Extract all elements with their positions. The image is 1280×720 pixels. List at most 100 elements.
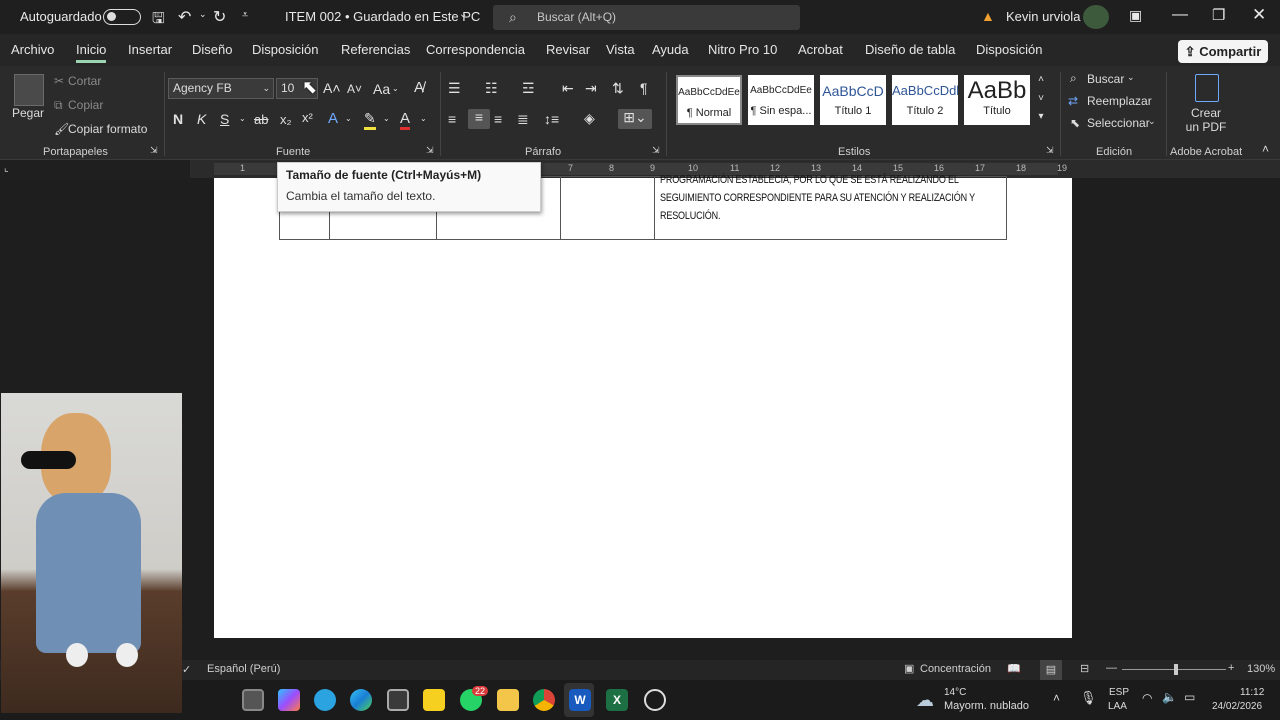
weather-icon[interactable]: ☁ — [916, 690, 934, 711]
clear-formatting-icon[interactable]: A̸ — [414, 79, 424, 96]
find-dropdown-icon[interactable]: ⌄ — [1127, 72, 1135, 83]
chrome-icon[interactable] — [533, 689, 555, 711]
format-painter-icon[interactable]: 🖌 — [54, 122, 69, 136]
wifi-icon[interactable]: ◠ — [1142, 691, 1152, 705]
grow-font-icon[interactable]: A˄ — [323, 80, 341, 96]
styles-more-icon[interactable]: ▾ — [1034, 111, 1048, 122]
align-right-icon[interactable]: ≡ — [494, 111, 502, 127]
tab-archivo[interactable]: Archivo — [11, 42, 54, 57]
collapse-ribbon-icon[interactable]: ˄ — [1262, 142, 1269, 156]
numbering-icon[interactable]: ☷ — [485, 80, 498, 97]
task-view-icon[interactable] — [242, 689, 264, 711]
multilevel-list-icon[interactable]: ☲ — [522, 80, 535, 97]
tab-correspondencia[interactable]: Correspondencia — [426, 42, 525, 57]
battery-icon[interactable]: ▭ — [1184, 690, 1195, 704]
copy-icon[interactable]: ⧉ — [54, 98, 63, 113]
bullets-icon[interactable]: ☰ — [448, 80, 461, 97]
app-icon[interactable] — [387, 689, 409, 711]
shading-icon[interactable]: ◈ — [584, 110, 595, 127]
tab-nitro[interactable]: Nitro Pro 10 — [708, 42, 777, 57]
underline-button[interactable]: S — [220, 111, 229, 127]
subscript-icon[interactable]: x₂ — [280, 112, 292, 127]
web-layout-icon[interactable]: ⊟ — [1080, 662, 1089, 675]
change-case-button[interactable]: Aa — [373, 81, 390, 97]
language-status[interactable]: Español (Perú) — [207, 663, 280, 675]
styles-launcher-icon[interactable]: ⇲ — [1046, 145, 1054, 156]
volume-icon[interactable]: 🔈 — [1162, 690, 1177, 704]
zoom-out-icon[interactable]: — — [1106, 662, 1117, 674]
sort-icon[interactable]: ⇅ — [612, 80, 624, 97]
table-cell[interactable]: PROGRAMACIÓN ESTABLECIA, POR LO QUE SE E… — [654, 174, 1007, 240]
highlight-dropdown-icon[interactable]: ⌄ — [383, 114, 390, 123]
highlight-icon[interactable]: ✎ — [364, 110, 376, 130]
font-launcher-icon[interactable]: ⇲ — [426, 145, 434, 156]
paste-button[interactable]: Pegar — [12, 106, 44, 120]
create-pdf-button[interactable]: Crear un PDF — [1184, 106, 1228, 134]
tab-ayuda[interactable]: Ayuda — [652, 42, 689, 57]
zoom-slider-thumb[interactable] — [1174, 664, 1178, 675]
create-pdf-icon[interactable] — [1195, 74, 1219, 102]
strikethrough-button[interactable]: ab — [254, 112, 268, 127]
undo-dropdown-icon[interactable]: ⌄ — [199, 9, 207, 20]
italic-button[interactable]: K — [197, 111, 206, 127]
microphone-icon[interactable]: 🎙 — [1080, 690, 1097, 706]
clipboard-launcher-icon[interactable]: ⇲ — [150, 145, 158, 156]
decrease-indent-icon[interactable]: ⇤ — [562, 80, 574, 97]
style-heading1[interactable]: AaBbCcD Título 1 — [820, 75, 886, 125]
paragraph-launcher-icon[interactable]: ⇲ — [652, 145, 660, 156]
weather-desc[interactable]: Mayorm. nublado — [944, 700, 1029, 712]
line-spacing-icon[interactable]: ↕≡ — [544, 111, 559, 127]
tab-inicio[interactable]: Inicio — [76, 42, 107, 63]
autosave-toggle[interactable] — [103, 9, 141, 25]
font-family-select[interactable]: Agency FB ⌄ — [168, 78, 274, 99]
text-effects-dropdown-icon[interactable]: ⌄ — [345, 114, 352, 123]
paste-icon[interactable] — [14, 74, 44, 106]
align-left-icon[interactable]: ≡ — [448, 111, 456, 127]
select-dropdown-icon[interactable]: ⌄ — [1148, 116, 1156, 127]
read-mode-icon[interactable]: 📖 — [1007, 662, 1021, 675]
font-color-dropdown-icon[interactable]: ⌄ — [420, 114, 427, 123]
tab-disposicion[interactable]: Disposición — [252, 42, 318, 57]
clock-time[interactable]: 11:12 — [1240, 687, 1264, 698]
tab-disposicion-tabla[interactable]: Disposición — [976, 42, 1042, 57]
recorder-icon[interactable] — [644, 689, 666, 711]
show-marks-icon[interactable]: ¶ — [640, 80, 648, 96]
tab-insertar[interactable]: Insertar — [128, 42, 172, 57]
restore-icon[interactable]: ❐ — [1212, 6, 1225, 24]
table-cell[interactable] — [560, 176, 655, 240]
tab-revisar[interactable]: Revisar — [546, 42, 590, 57]
focus-mode[interactable]: Concentración — [920, 663, 991, 675]
justify-icon[interactable]: ≣ — [517, 111, 529, 128]
style-normal[interactable]: AaBbCcDdEe ¶ Normal — [676, 75, 742, 125]
cut-button[interactable]: Cortar — [68, 74, 101, 88]
excel-icon[interactable]: X — [606, 689, 628, 711]
styles-scroll-up-icon[interactable]: ˄ — [1034, 74, 1048, 85]
zoom-level[interactable]: 130% — [1247, 663, 1275, 675]
telegram-icon[interactable] — [314, 689, 336, 711]
style-title[interactable]: AaBb Título — [964, 75, 1030, 125]
proofing-icon[interactable]: ✓ — [182, 663, 191, 676]
file-explorer-icon[interactable] — [497, 689, 519, 711]
zoom-in-icon[interactable]: + — [1228, 662, 1234, 674]
borders-icon[interactable]: ⊞⌄ — [618, 109, 652, 129]
close-icon[interactable]: ✕ — [1252, 5, 1266, 25]
increase-indent-icon[interactable]: ⇥ — [585, 80, 597, 97]
tab-diseno[interactable]: Diseño — [192, 42, 232, 57]
select-icon[interactable]: ⬉ — [1070, 116, 1080, 130]
replace-button[interactable]: Reemplazar — [1087, 94, 1152, 108]
copilot-icon[interactable] — [278, 689, 300, 711]
avatar[interactable] — [1083, 5, 1109, 29]
edge-icon[interactable] — [350, 689, 372, 711]
tab-diseno-tabla[interactable]: Diseño de tabla — [865, 42, 955, 57]
tray-overflow-icon[interactable]: ˄ — [1053, 691, 1060, 705]
sticky-notes-icon[interactable] — [423, 689, 445, 711]
bold-button[interactable]: N — [173, 111, 183, 127]
clock-date[interactable]: 24/02/2026 — [1212, 701, 1262, 712]
share-button[interactable]: ⇪ Compartir — [1178, 40, 1268, 63]
ribbon-display-icon[interactable]: ▣ — [1129, 7, 1142, 24]
tab-referencias[interactable]: Referencias — [341, 42, 410, 57]
find-button[interactable]: Buscar — [1087, 72, 1124, 86]
customize-qat-icon[interactable]: ⩡ — [242, 9, 248, 22]
undo-icon[interactable]: ↶ — [178, 7, 191, 27]
change-case-dropdown-icon[interactable]: ⌄ — [392, 84, 399, 93]
